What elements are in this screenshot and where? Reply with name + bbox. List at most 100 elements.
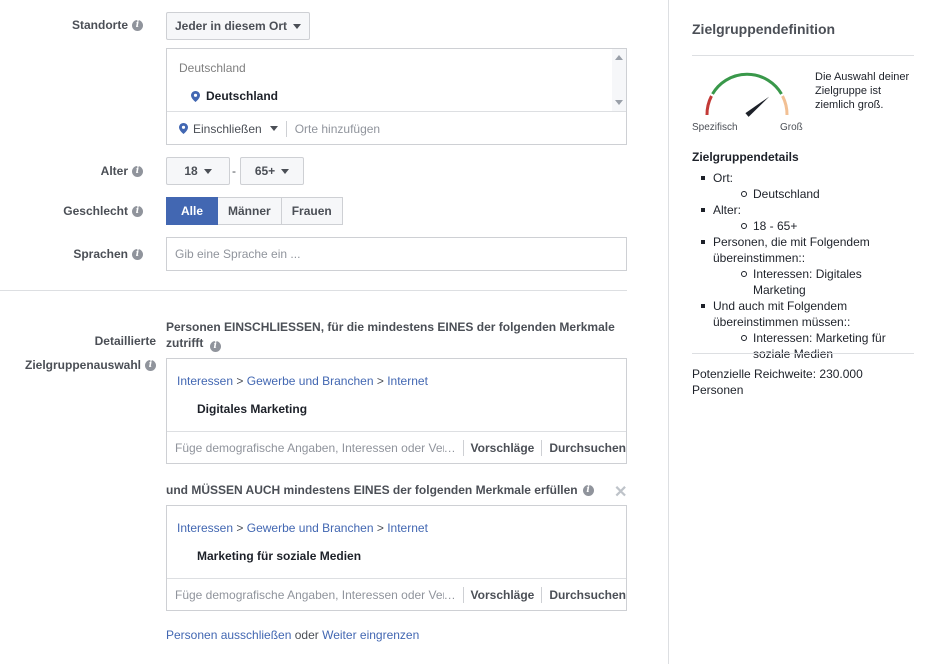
suggestions-button[interactable]: Vorschläge [471,441,535,455]
detail-label: Personen, die mit Folgendem übereinstimm… [713,235,870,265]
info-icon[interactable]: i [582,484,594,496]
detail-value: Interessen: Digitales Marketing [713,266,914,298]
age-label-text: Alter [100,164,128,178]
location-pin-icon [191,90,200,102]
or-text: oder [291,628,323,642]
gender-toggle: Alle Männer Frauen [166,197,343,225]
info-icon[interactable]: i [145,359,156,371]
breadcrumb-item[interactable]: Interessen [177,374,233,388]
gender-men-button[interactable]: Männer [218,197,282,225]
divider [462,587,464,603]
age-max-value: 65+ [254,164,276,178]
targeting-form: Standorte i Jeder in diesem Ort Deutschl… [0,0,668,664]
age-label: Alter i [101,164,143,178]
gender-label-text: Geschlecht [63,204,128,218]
exclude-people-link[interactable]: Personen ausschließen [166,628,291,642]
breadcrumb-separator: > [236,521,244,535]
close-icon[interactable]: ✕ [614,482,627,502]
detail-value: Deutschland [713,186,914,202]
detailed-label-line2: Zielgruppenauswahl [24,358,141,372]
gauge-needle [745,96,770,117]
chevron-down-icon [269,126,278,131]
gauge-orange-segment [781,95,789,116]
age-max-dropdown[interactable]: 65+ [240,157,304,185]
location-country-header: Deutschland [179,61,246,75]
location-scrollbar[interactable] [612,49,626,111]
scroll-down-icon[interactable] [615,100,623,105]
location-pin-icon [179,123,188,134]
locations-label-text: Standorte [71,18,128,32]
browse-button[interactable]: Durchsuchen [549,441,626,455]
criteria-footer: Füge demografische Angaben, Interessen o… [167,578,626,611]
potential-reach: Potenzielle Reichweite: 230.000 Personen [692,367,863,397]
include-criteria-box: Interessen > Gewerbe und Branchen > Inte… [166,358,627,464]
age-min-dropdown[interactable]: 18 [166,157,230,185]
location-type-dropdown[interactable]: Jeder in diesem Ort [166,12,311,40]
age-dash: - [232,164,236,178]
ellipsis: … [443,588,456,602]
selected-interest[interactable]: Marketing für soziale Medien [197,549,361,563]
section-divider [0,290,627,291]
info-icon[interactable]: i [132,19,143,31]
detail-label: Und auch mit Folgendem übereinstimmen mü… [713,299,851,329]
info-icon[interactable]: i [209,341,221,352]
audience-details-list: Ort: Deutschland Alter: 18 - 65+ Persone… [692,170,914,362]
detail-label: Ort: [713,171,733,185]
gauge-red-segment [705,95,713,116]
divider [285,120,287,137]
breadcrumb-item[interactable]: Gewerbe und Branchen [247,374,374,388]
gender-label: Geschlecht i [63,204,143,218]
selected-interest[interactable]: Digitales Marketing [197,402,307,416]
language-input[interactable]: Gib eine Sprache ein ... [166,237,627,271]
detail-item: Alter: 18 - 65+ [692,202,914,234]
detail-item: Personen, die mit Folgendem übereinstimm… [692,234,914,298]
breadcrumb: Interessen > Gewerbe und Branchen > Inte… [177,521,428,535]
breadcrumb-separator: > [376,374,384,388]
divider [692,55,914,56]
locations-label: Standorte i [72,18,143,32]
criteria-search-input[interactable]: Füge demografische Angaben, Interessen o… [175,588,444,602]
detail-label: Alter: [713,203,742,217]
add-location-input[interactable]: Orte hinzufügen [295,122,380,136]
audience-details-title: Zielgruppendetails [692,150,799,164]
gender-women-button[interactable]: Frauen [281,197,343,225]
detail-item: Ort: Deutschland [692,170,914,202]
divider [462,440,464,456]
info-icon[interactable]: i [132,165,143,177]
info-icon[interactable]: i [132,248,143,260]
breadcrumb-item[interactable]: Interessen [177,521,233,535]
breadcrumb-item[interactable]: Internet [387,374,428,388]
detailed-label-line1: Detaillierte [94,334,156,348]
gauge-left-label: Spezifisch [692,122,738,133]
suggestions-button[interactable]: Vorschläge [471,588,535,602]
location-footer: Einschließen Orte hinzufügen [167,111,626,145]
gauge-description: Die Auswahl deiner Zielgruppe ist ziemli… [815,71,910,111]
location-box: Deutschland Deutschland Einschließen Ort… [166,48,627,145]
language-placeholder: Gib eine Sprache ein ... [175,247,301,261]
chevron-down-icon [203,168,212,174]
divider [541,587,543,603]
breadcrumb-separator: > [236,374,244,388]
criteria-search-input[interactable]: Füge demografische Angaben, Interessen o… [175,441,444,455]
must-criteria-label: und MÜSSEN AUCH mindestens EINES der fol… [166,483,578,497]
detail-value: Interessen: Marketing für soziale Medien [713,330,914,362]
scroll-up-icon[interactable] [615,55,623,60]
selected-location[interactable]: Deutschland [191,89,278,103]
ellipsis: … [443,441,456,455]
breadcrumb-item[interactable]: Internet [387,521,428,535]
gender-all-button[interactable]: Alle [166,197,219,225]
divider [541,440,543,456]
age-min-value: 18 [184,164,198,178]
narrow-further-link[interactable]: Weiter eingrenzen [322,628,419,642]
must-criteria-box: Interessen > Gewerbe und Branchen > Inte… [166,505,627,611]
detail-value: 18 - 65+ [713,218,914,234]
info-icon[interactable]: i [132,205,143,217]
breadcrumb-item[interactable]: Gewerbe und Branchen [247,521,374,535]
include-dropdown[interactable]: Einschließen [179,122,278,136]
selected-location-label: Deutschland [206,89,279,103]
must-criteria-text: und MÜSSEN AUCH mindestens EINES der fol… [166,483,594,497]
browse-button[interactable]: Durchsuchen [549,588,626,602]
criteria-footer: Füge demografische Angaben, Interessen o… [167,431,626,464]
gauge-green-segment [711,72,783,95]
bottom-links: Personen ausschließen oder Weiter eingre… [166,628,419,642]
